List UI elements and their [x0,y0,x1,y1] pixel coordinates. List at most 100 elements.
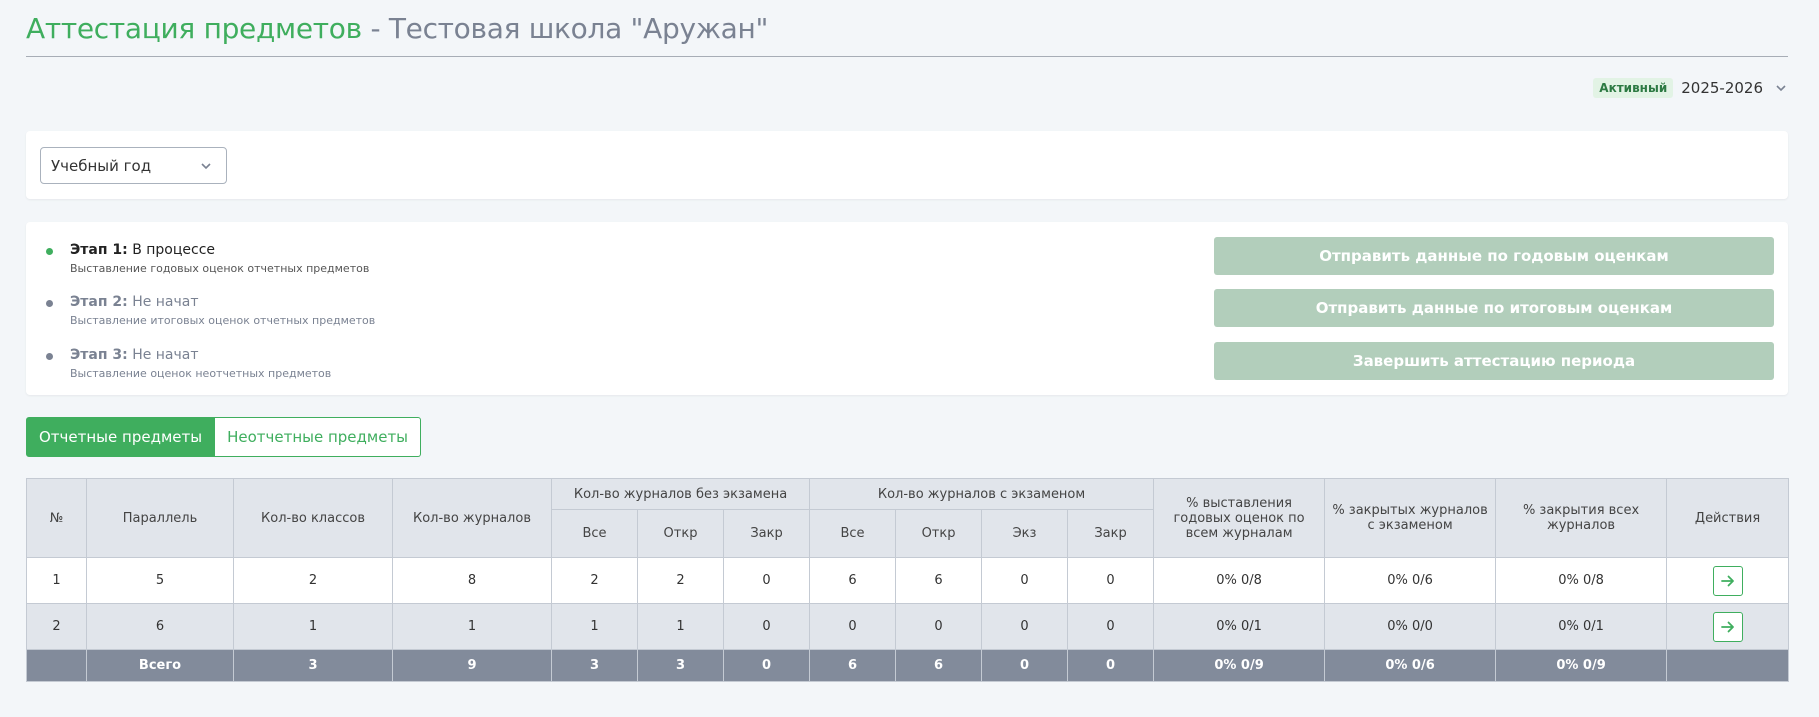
col-header-no-exam-open: Откр [637,509,724,558]
table-row: 1 5 2 8 2 2 0 6 6 0 0 0% 0/8 0% 0/6 0% 0… [26,557,1790,604]
cell-no-exam-open: 1 [637,603,724,650]
cell-exam-closed: 0 [1067,557,1155,604]
subject-type-tabs: Отчетные предметы Неотчетные предметы [26,417,422,457]
page-title-main: Аттестация предметов [26,12,362,45]
stage-status: Не начат [132,347,199,363]
cell-no-exam-all: 2 [551,557,638,604]
cell-no-exam-open: 2 [637,557,724,604]
col-header-pct-annual: % выставления годовых оценок по всем жур… [1153,478,1326,558]
cell-parallel: 5 [86,557,234,604]
attestation-table: № Параллель Кол-во классов Кол-во журнал… [26,478,1790,682]
col-header-pct-closed-all: % закрытия всех журналов [1495,478,1668,558]
cell-exam-exam: 0 [981,603,1069,650]
col-header-exam-closed: Закр [1067,509,1155,558]
cell-pct-annual: 0% 0/8 [1153,557,1326,604]
open-row-button[interactable] [1712,611,1743,642]
title-divider [26,56,1788,57]
arrow-right-icon [1720,621,1734,632]
cell-total-classes: 3 [233,649,393,682]
cell-journals: 8 [392,557,552,604]
col-header-classes: Кол-во классов [233,478,393,558]
open-row-button[interactable] [1712,565,1743,596]
cell-pct-closed-exam: 0% 0/6 [1324,557,1497,604]
stage-status-dot [46,353,53,360]
cell-pct-closed-all: 0% 0/8 [1495,557,1668,604]
col-header-pct-closed-exam: % закрытых журналов с экзаменом [1324,478,1497,558]
cell-total-exam-all: 6 [809,649,897,682]
stage-status: В процессе [132,242,215,258]
academic-year-picker[interactable]: Активный 2025-2026 [1593,78,1791,98]
cell-num: 2 [26,603,87,650]
cell-no-exam-closed: 0 [722,557,811,604]
complete-attestation-button[interactable]: Завершить аттестацию периода [1214,342,1774,380]
col-header-exam-exam: Экз [981,509,1069,558]
page-title: Аттестация предметов - Тестовая школа "А… [26,12,768,45]
stage-description: Выставление годовых оценок отчетных пред… [70,262,370,275]
col-header-num: № [26,478,87,558]
cell-actions [1666,557,1790,604]
cell-total-journals: 9 [392,649,552,682]
page-title-school: - Тестовая школа "Аружан" [370,12,769,45]
active-status-badge: Активный [1593,78,1674,98]
send-final-grades-button[interactable]: Отправить данные по итоговым оценкам [1214,289,1774,327]
cell-total-no-exam-open: 3 [637,649,724,682]
cell-pct-closed-all: 0% 0/1 [1495,603,1668,650]
cell-exam-open: 0 [895,603,983,650]
col-header-exam-all: Все [809,509,897,558]
cell-exam-all: 0 [809,603,897,650]
col-group-no-exam: Кол-во журналов без экзамена [550,478,811,510]
chevron-down-icon [196,156,216,176]
chevron-down-icon [1771,78,1791,98]
stage-status: Не начат [132,294,199,310]
col-header-actions: Действия [1666,478,1790,558]
cell-exam-open: 6 [895,557,983,604]
col-header-journals: Кол-во журналов [392,478,552,558]
filter-card: Учебный год [26,131,1788,199]
cell-no-exam-closed: 0 [722,603,811,650]
cell-total-no-exam-all: 3 [551,649,638,682]
cell-classes: 2 [233,557,393,604]
cell-parallel: 6 [86,603,234,650]
arrow-right-icon [1720,575,1734,586]
stages-card: Этап 1: В процессе Выставление годовых о… [26,222,1788,395]
stage-status-dot [46,300,53,307]
col-header-exam-open: Откр [895,509,983,558]
academic-year-select-value: Учебный год [51,156,152,175]
cell-exam-closed: 0 [1067,603,1155,650]
stage-description: Выставление итоговых оценок отчетных пре… [70,314,376,327]
cell-journals: 1 [392,603,552,650]
academic-year-select[interactable]: Учебный год [40,147,227,184]
table-total-row: Всего 3 9 3 3 0 6 6 0 0 0% 0/9 0% 0/6 0%… [26,649,1790,682]
cell-no-exam-all: 1 [551,603,638,650]
tab-non-reporting-subjects[interactable]: Неотчетные предметы [215,417,422,457]
cell-total-label: Всего [86,649,234,682]
stage-label: Этап 3: [70,347,128,363]
stage-description: Выставление оценок неотчетных предметов [70,367,332,380]
cell-total-pct-annual: 0% 0/9 [1153,649,1326,682]
cell-total-exam-closed: 0 [1067,649,1155,682]
col-header-no-exam-closed: Закр [722,509,811,558]
send-annual-grades-button[interactable]: Отправить данные по годовым оценкам [1214,237,1774,275]
cell-total-no-exam-closed: 0 [722,649,811,682]
cell-actions [1666,603,1790,650]
cell-total-pct-closed-exam: 0% 0/6 [1324,649,1497,682]
tab-reporting-subjects[interactable]: Отчетные предметы [26,417,216,457]
stage-label: Этап 2: [70,294,128,310]
cell-total-exam-open: 6 [895,649,983,682]
cell-total-actions [1666,649,1790,682]
stage-status-dot [46,248,53,255]
stage-label: Этап 1: [70,242,128,258]
cell-pct-annual: 0% 0/1 [1153,603,1326,650]
col-group-exam: Кол-во журналов с экзаменом [809,478,1155,510]
col-header-no-exam-all: Все [551,509,638,558]
cell-total-exam-exam: 0 [981,649,1069,682]
cell-total-pct-closed-all: 0% 0/9 [1495,649,1668,682]
cell-exam-exam: 0 [981,557,1069,604]
cell-num: 1 [26,557,87,604]
cell-classes: 1 [233,603,393,650]
academic-year-value: 2025-2026 [1681,79,1763,97]
cell-exam-all: 6 [809,557,897,604]
table-row: 2 6 1 1 1 1 0 0 0 0 0 0% 0/1 0% 0/0 0% 0… [26,603,1790,650]
col-header-parallel: Параллель [86,478,234,558]
cell-pct-closed-exam: 0% 0/0 [1324,603,1497,650]
